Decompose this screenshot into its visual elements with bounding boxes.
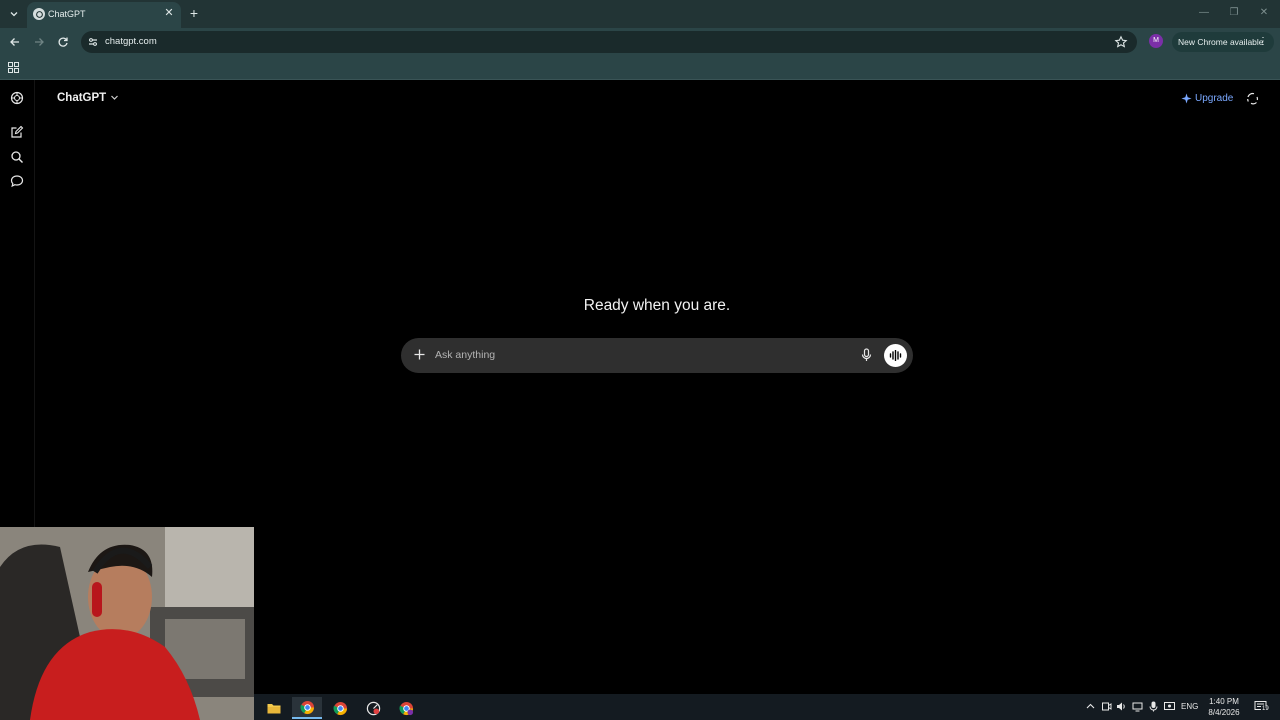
restore-button[interactable]: ❐ — [1227, 6, 1241, 20]
update-label: New Chrome available — [1178, 37, 1264, 47]
temporary-chat-icon[interactable] — [1246, 92, 1259, 105]
clock-time: 1:40 PM — [1209, 697, 1239, 706]
reload-icon — [58, 37, 68, 47]
close-window-button[interactable]: ✕ — [1257, 6, 1271, 20]
notification-badge: 19 — [1261, 706, 1270, 712]
taskbar-app-chrome-1[interactable] — [292, 697, 322, 719]
clock[interactable]: 1:40 PM 8/4/2026 — [1204, 696, 1244, 718]
file-explorer-icon — [267, 704, 281, 714]
kebab-menu-icon[interactable]: ⋮ — [1258, 36, 1268, 47]
taskbar-app-3[interactable] — [358, 697, 388, 719]
minimize-button[interactable]: — — [1197, 6, 1211, 20]
url-text: chatgpt.com — [105, 36, 157, 47]
chatgpt-favicon-icon — [33, 8, 45, 20]
app-icon — [366, 701, 380, 715]
add-attachment-icon[interactable] — [413, 348, 426, 361]
tab-title: ChatGPT — [48, 9, 86, 19]
site-info-icon[interactable] — [87, 36, 99, 48]
browser-tab-strip: ChatGPT ✕ + — ❐ ✕ — [0, 0, 1280, 28]
arrow-left-icon — [10, 38, 19, 46]
upgrade-button[interactable]: Upgrade — [1181, 91, 1233, 105]
chrome-profile-2-icon — [333, 701, 347, 715]
prompt-composer — [401, 338, 913, 373]
bookmark-star-icon[interactable] — [1114, 35, 1128, 49]
clock-date: 8/4/2026 — [1208, 708, 1240, 717]
taskbar-app-chrome-3[interactable] — [391, 697, 421, 719]
apps-grid-icon[interactable] — [8, 62, 19, 73]
taskbar-app-chrome-2[interactable] — [325, 697, 355, 719]
meet-now-icon[interactable] — [1101, 701, 1112, 712]
webcam-overlay — [0, 527, 254, 720]
webcam-person-image — [0, 527, 254, 720]
language-indicator[interactable]: ENG — [1181, 702, 1198, 711]
close-tab-icon[interactable]: ✕ — [163, 7, 175, 19]
voice-waveform-icon — [889, 350, 902, 361]
reload-button[interactable] — [55, 34, 71, 50]
browser-tab[interactable]: ChatGPT ✕ — [27, 2, 181, 28]
chevron-down-icon[interactable] — [110, 93, 119, 102]
microphone-icon[interactable] — [860, 348, 873, 362]
new-chat-icon[interactable] — [10, 125, 24, 139]
volume-icon[interactable] — [1116, 701, 1127, 712]
windows-taskbar: ENG 1:40 PM 8/4/2026 19 — [254, 694, 1280, 720]
back-button[interactable] — [7, 34, 23, 50]
bookmarks-bar — [0, 56, 1280, 80]
microphone-icon[interactable] — [1148, 701, 1159, 712]
sparkle-icon — [1181, 92, 1192, 104]
network-icon[interactable] — [1132, 701, 1143, 712]
forward-button[interactable] — [31, 34, 47, 50]
arrow-right-icon — [35, 38, 44, 46]
prompt-input[interactable] — [435, 344, 855, 366]
chrome-update-button[interactable]: New Chrome available ⋮ — [1172, 32, 1274, 52]
upgrade-label: Upgrade — [1195, 92, 1234, 104]
address-bar[interactable]: chatgpt.com — [81, 31, 1137, 53]
welcome-headline: Ready when you are. — [583, 297, 731, 314]
new-tab-button[interactable]: + — [187, 6, 201, 20]
model-selector[interactable]: ChatGPT — [57, 92, 106, 104]
chevron-down-icon — [10, 12, 18, 17]
taskbar-app-file-explorer[interactable] — [259, 697, 289, 719]
chat-bubble-icon[interactable] — [10, 174, 24, 188]
chrome-profile-3-icon — [399, 701, 413, 715]
chrome-profile-1-icon — [300, 700, 314, 714]
voice-mode-button[interactable] — [884, 344, 907, 367]
tab-search-button[interactable] — [5, 5, 23, 23]
browser-toolbar: chatgpt.com M New Chrome available ⋮ — [0, 28, 1280, 56]
profile-avatar[interactable]: M — [1149, 34, 1163, 48]
openai-logo-icon[interactable] — [10, 91, 24, 105]
search-chats-icon[interactable] — [10, 150, 24, 164]
chevron-up-icon[interactable] — [1085, 701, 1096, 712]
display-icon[interactable] — [1164, 701, 1175, 712]
